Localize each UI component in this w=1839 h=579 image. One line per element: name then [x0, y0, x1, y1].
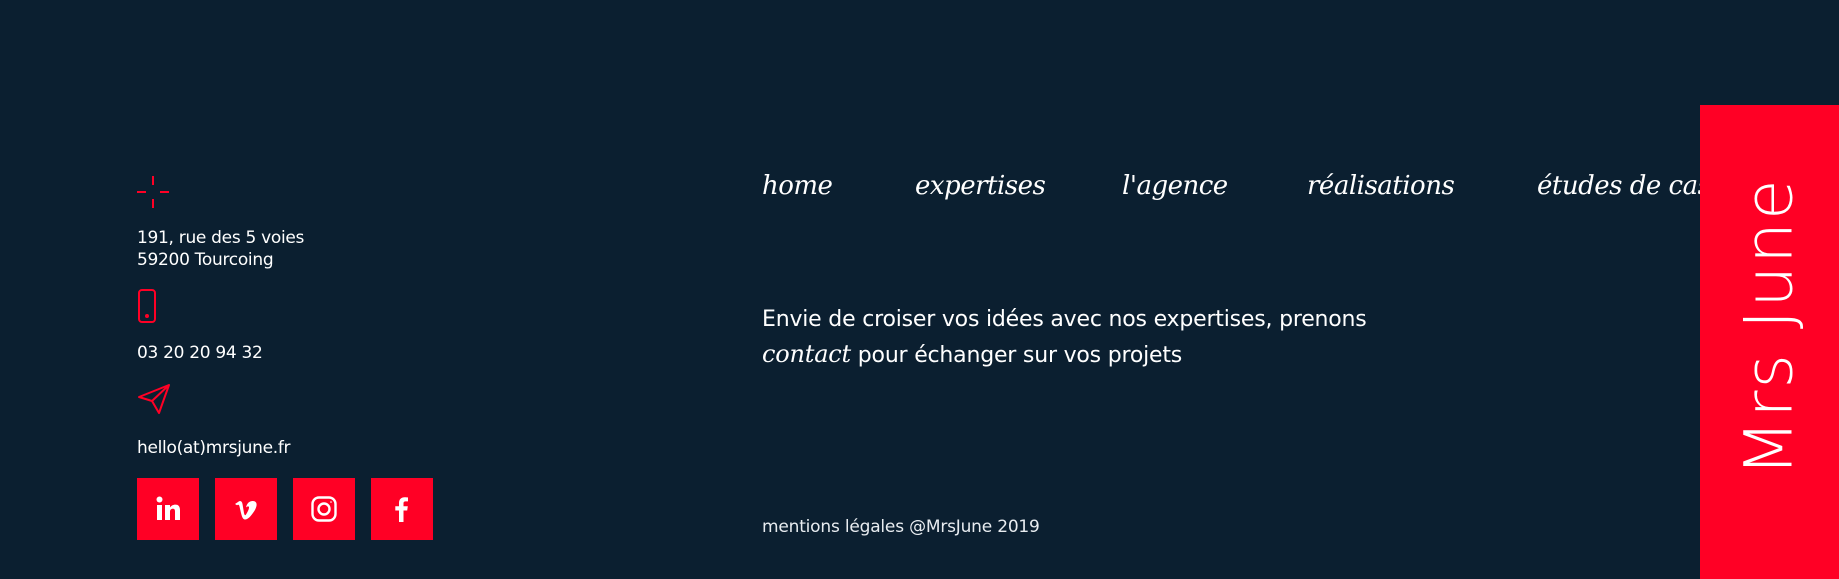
nav-link-expertises[interactable]: expertises [915, 171, 1046, 201]
nav-link-home[interactable]: home [762, 171, 833, 201]
vimeo-button[interactable] [215, 478, 277, 540]
address-street: 191, rue des 5 voies [137, 228, 305, 248]
smartphone-icon [137, 289, 157, 323]
facebook-button[interactable] [371, 478, 433, 540]
vimeo-icon [235, 500, 257, 520]
linkedin-button[interactable] [137, 478, 199, 540]
social-links [137, 478, 433, 540]
nav-link-agence[interactable]: l'agence [1122, 171, 1228, 201]
paper-plane-icon [137, 383, 171, 415]
contact-tagline: Envie de croiser vos idées avec nos expe… [762, 303, 1482, 373]
contact-column: 191, rue des 5 voies 59200 Tourcoing 03 … [137, 0, 497, 579]
crosshair-location-icon [137, 176, 169, 208]
brand-logo-text: Mrs June [1730, 177, 1808, 477]
nav-link-realisations[interactable]: réalisations [1307, 171, 1455, 201]
phone-number[interactable]: 03 20 20 94 32 [137, 342, 263, 364]
facebook-icon [395, 497, 408, 522]
contact-link[interactable]: contact [762, 340, 851, 368]
linkedin-icon [156, 496, 180, 520]
email-address[interactable]: hello(at)mrsjune.fr [137, 437, 291, 459]
instagram-icon [311, 496, 337, 522]
nav-link-etudes-de-cas[interactable]: études de cas [1537, 171, 1711, 201]
brand-panel: Mrs June [1700, 105, 1839, 579]
tagline-line2: pour échanger sur vos projets [851, 343, 1183, 368]
legal-notice-link[interactable]: mentions légales [762, 517, 904, 537]
instagram-button[interactable] [293, 478, 355, 540]
address-city: 59200 Tourcoing [137, 250, 274, 270]
copyright-text: @MrsJune 2019 [903, 517, 1040, 537]
tagline-line1: Envie de croiser vos idées avec nos expe… [762, 307, 1367, 332]
footer-legal: mentions légales @MrsJune 2019 [762, 517, 1040, 537]
